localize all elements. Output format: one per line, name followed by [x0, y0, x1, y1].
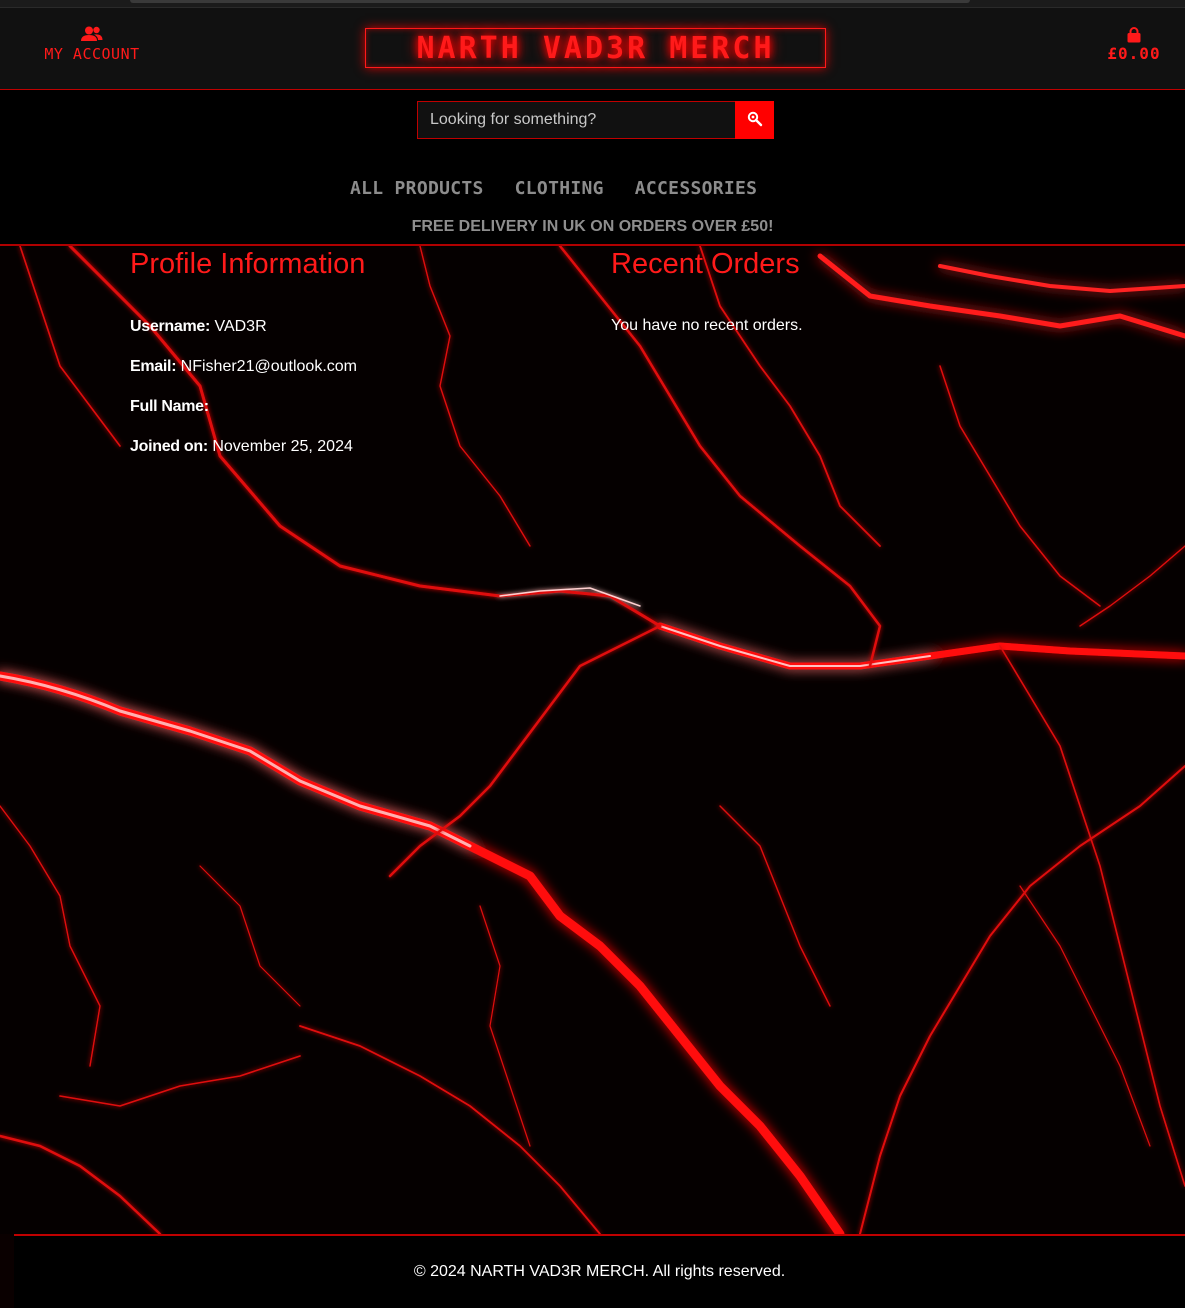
brand-logo-link[interactable]: NARTH VAD3R MERCH: [365, 28, 826, 68]
footer-left-edge: [0, 1234, 14, 1308]
nav-clothing[interactable]: CLOTHING: [515, 178, 604, 200]
browser-top-strip: [0, 0, 1185, 8]
joined-on-label: Joined on:: [130, 438, 208, 455]
full-name-label: Full Name:: [130, 398, 209, 415]
navigation-zone: ALL PRODUCTS CLOTHING ACCESSORIES FREE D…: [0, 90, 1185, 246]
main-nav: ALL PRODUCTS CLOTHING ACCESSORIES: [350, 178, 840, 200]
nav-accessories[interactable]: ACCESSORIES: [635, 178, 758, 200]
search-button[interactable]: [735, 101, 774, 139]
full-name-field: Full Name:: [130, 397, 570, 437]
cart-total: £0.00: [1107, 44, 1161, 63]
search-icon: [747, 111, 763, 130]
user-group-icon: [30, 26, 154, 42]
site-footer: © 2024 NARTH VAD3R MERCH. All rights res…: [14, 1234, 1185, 1308]
no-orders-message: You have no recent orders.: [611, 317, 803, 334]
nav-all-products[interactable]: ALL PRODUCTS: [350, 178, 484, 200]
email-field: Email: NFisher21@outlook.com: [130, 357, 570, 397]
delivery-banner: FREE DELIVERY IN UK ON ORDERS OVER £50!: [411, 218, 774, 235]
profile-content: Profile Information Username: VAD3R Emai…: [0, 246, 1185, 1234]
recent-orders-section: Recent Orders You have no recent orders.: [611, 246, 1061, 335]
my-account-label: MY ACCOUNT: [44, 45, 140, 63]
profile-information-section: Profile Information Username: VAD3R Emai…: [130, 246, 570, 477]
username-label: Username:: [130, 318, 211, 335]
email-value: NFisher21@outlook.com: [180, 358, 357, 375]
username-field: Username: VAD3R: [130, 317, 570, 357]
profile-information-heading: Profile Information: [130, 248, 366, 280]
shopping-cart-link[interactable]: £0.00: [1104, 27, 1164, 63]
shopping-bag-icon: [1104, 27, 1164, 43]
recent-orders-heading: Recent Orders: [611, 248, 800, 280]
site-header: MY ACCOUNT NARTH VAD3R MERCH £0.00: [0, 8, 1185, 90]
email-label: Email:: [130, 358, 177, 375]
search-input[interactable]: [417, 101, 735, 139]
top-strip-bar: [130, 0, 970, 3]
search-form: [417, 101, 774, 139]
my-account-link[interactable]: MY ACCOUNT: [30, 26, 154, 63]
joined-on-value: November 25, 2024: [212, 438, 353, 455]
username-value: VAD3R: [214, 318, 267, 335]
brand-title: NARTH VAD3R MERCH: [416, 30, 775, 66]
copyright-text: © 2024 NARTH VAD3R MERCH. All rights res…: [413, 1263, 786, 1280]
joined-on-field: Joined on: November 25, 2024: [130, 437, 570, 477]
